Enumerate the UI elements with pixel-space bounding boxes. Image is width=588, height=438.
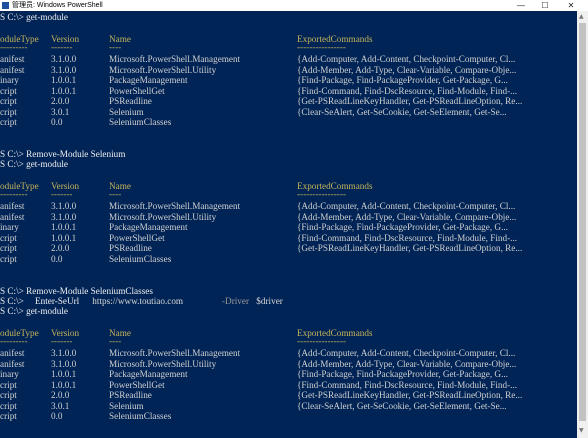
cell-version: 3.1.0.0 — [51, 64, 77, 75]
cell-version: 3.1.0.0 — [51, 201, 77, 211]
cell-type: cript — [0, 411, 17, 421]
scrollbar-thumb[interactable] — [579, 23, 586, 421]
cell-version: 1.0.0.1 — [51, 232, 77, 243]
cell-name: Selenium — [109, 106, 144, 117]
cell-name: Selenium — [109, 400, 144, 411]
cell-name: Microsoft.PowerShell.Management — [109, 348, 241, 358]
window-title: 管理员: Windows PowerShell — [12, 2, 103, 9]
cell-version: 3.1.0.0 — [51, 358, 77, 369]
cell-type: cript — [0, 85, 17, 96]
maximize-button[interactable]: ☐ — [534, 0, 556, 11]
cell-type: anifest — [0, 54, 25, 64]
cell-version: 1.0.0.1 — [51, 379, 77, 390]
prompt-line: S C:\> get-module — [0, 12, 68, 22]
cell-name: PackageManagement — [109, 75, 188, 85]
cell-version: 3.1.0.0 — [51, 348, 77, 358]
cell-type: cript — [0, 232, 17, 243]
vertical-scrollbar[interactable]: ▲ ▼ — [577, 11, 588, 438]
cell-commands: {Find-Package, Find-PackageProvider, Get… — [297, 222, 508, 232]
cell-version: 0.0 — [51, 253, 63, 264]
scroll-up-icon[interactable]: ▲ — [579, 13, 584, 20]
scroll-down-icon[interactable]: ▼ — [579, 427, 584, 434]
cell-version: 3.1.0.0 — [51, 211, 77, 222]
cell-commands: {Find-Package, Find-PackageProvider, Get… — [297, 369, 508, 379]
cell-type: inary — [0, 222, 19, 232]
cell-type: cript — [0, 117, 17, 127]
cell-commands: {Add-Member, Add-Type, Clear-Variable, C… — [297, 64, 517, 75]
cell-type: cript — [0, 390, 17, 400]
cell-name: Microsoft.PowerShell.Management — [109, 201, 241, 211]
cell-type: cript — [0, 106, 17, 117]
cell-name: SeleniumClasses — [109, 253, 172, 264]
cell-commands: {Add-Member, Add-Type, Clear-Variable, C… — [297, 358, 517, 369]
cell-type: cript — [0, 253, 17, 264]
cell-version: 3.0.1 — [51, 400, 70, 411]
cell-commands: {Find-Package, Find-PackageProvider, Get… — [297, 75, 508, 85]
cell-version: 1.0.0.1 — [51, 75, 77, 85]
close-button[interactable]: ✕ — [560, 0, 582, 11]
cell-name: PowerShellGet — [109, 85, 165, 96]
cell-type: cript — [0, 379, 17, 390]
cell-name: PowerShellGet — [109, 379, 165, 390]
cell-version: 1.0.0.1 — [51, 85, 77, 96]
cell-commands: {Clear-SeAlert, Get-SeCookie, Get-SeElem… — [297, 400, 507, 411]
cell-type: inary — [0, 75, 19, 85]
cell-name: Microsoft.PowerShell.Utility — [109, 64, 217, 75]
powershell-icon — [2, 2, 9, 9]
title-bar[interactable]: 管理员: Windows PowerShell — ☐ ✕ — [0, 0, 588, 11]
cell-version: 2.0.0 — [51, 243, 70, 253]
cell-commands: {Get-PSReadLineKeyHandler, Get-PSReadLin… — [297, 243, 523, 253]
cell-commands: {Add-Computer, Add-Content, Checkpoint-C… — [297, 201, 516, 211]
cell-version: 2.0.0 — [51, 96, 70, 106]
cell-name: Microsoft.PowerShell.Utility — [109, 358, 217, 369]
cell-commands: {Add-Computer, Add-Content, Checkpoint-C… — [297, 348, 516, 358]
cell-commands: {Add-Computer, Add-Content, Checkpoint-C… — [297, 54, 516, 64]
cell-name: PSReadline — [109, 96, 152, 106]
cell-type: anifest — [0, 348, 25, 358]
cell-name: SeleniumClasses — [109, 117, 172, 127]
cell-name: PowerShellGet — [109, 232, 165, 243]
minimize-button[interactable]: — — [510, 0, 532, 11]
table-header-underline: --------- ------- ---- ---------------- — [0, 336, 346, 346]
cell-name: SeleniumClasses — [109, 411, 172, 421]
cell-name: PSReadline — [109, 390, 152, 400]
cell-version: 3.0.1 — [51, 106, 70, 117]
cell-type: cript — [0, 96, 17, 106]
cell-commands: {Find-Command, Find-DscResource, Find-Mo… — [297, 232, 518, 243]
cell-commands: {Add-Member, Add-Type, Clear-Variable, C… — [297, 211, 517, 222]
cell-name: PackageManagement — [109, 222, 188, 232]
cell-version: 0.0 — [51, 411, 63, 421]
table-header-underline: --------- ------- ---- ---------------- — [0, 189, 346, 199]
cell-version: 3.1.0.0 — [51, 54, 77, 64]
cell-type: anifest — [0, 211, 25, 222]
cell-type: inary — [0, 369, 19, 379]
cell-commands: {Find-Command, Find-DscResource, Find-Mo… — [297, 85, 518, 96]
console-output[interactable]: S C:\> get-module oduleType Version Name… — [0, 11, 577, 438]
cell-version: 2.0.0 — [51, 390, 70, 400]
cell-commands: {Get-PSReadLineKeyHandler, Get-PSReadLin… — [297, 96, 523, 106]
cell-type: cript — [0, 400, 17, 411]
cell-name: PSReadline — [109, 243, 152, 253]
table-header-underline: --------- ------- ---- ---------------- — [0, 42, 346, 52]
cell-name: Microsoft.PowerShell.Utility — [109, 211, 217, 222]
cell-commands: {Find-Command, Find-DscResource, Find-Mo… — [297, 379, 518, 390]
cell-type: anifest — [0, 358, 25, 369]
cell-version: 0.0 — [51, 117, 63, 127]
cell-commands: {Clear-SeAlert, Get-SeCookie, Get-SeElem… — [297, 106, 507, 117]
cell-commands: {Get-PSReadLineKeyHandler, Get-PSReadLin… — [297, 390, 523, 400]
cell-version: 1.0.0.1 — [51, 222, 77, 232]
cell-name: PackageManagement — [109, 369, 188, 379]
cell-type: cript — [0, 243, 17, 253]
cell-type: anifest — [0, 201, 25, 211]
cell-name: Microsoft.PowerShell.Management — [109, 54, 241, 64]
prompt-line: S C:\> get-module — [0, 159, 68, 169]
prompt-line: S C:\> get-module — [0, 306, 68, 316]
cell-version: 1.0.0.1 — [51, 369, 77, 379]
cell-type: anifest — [0, 64, 25, 75]
